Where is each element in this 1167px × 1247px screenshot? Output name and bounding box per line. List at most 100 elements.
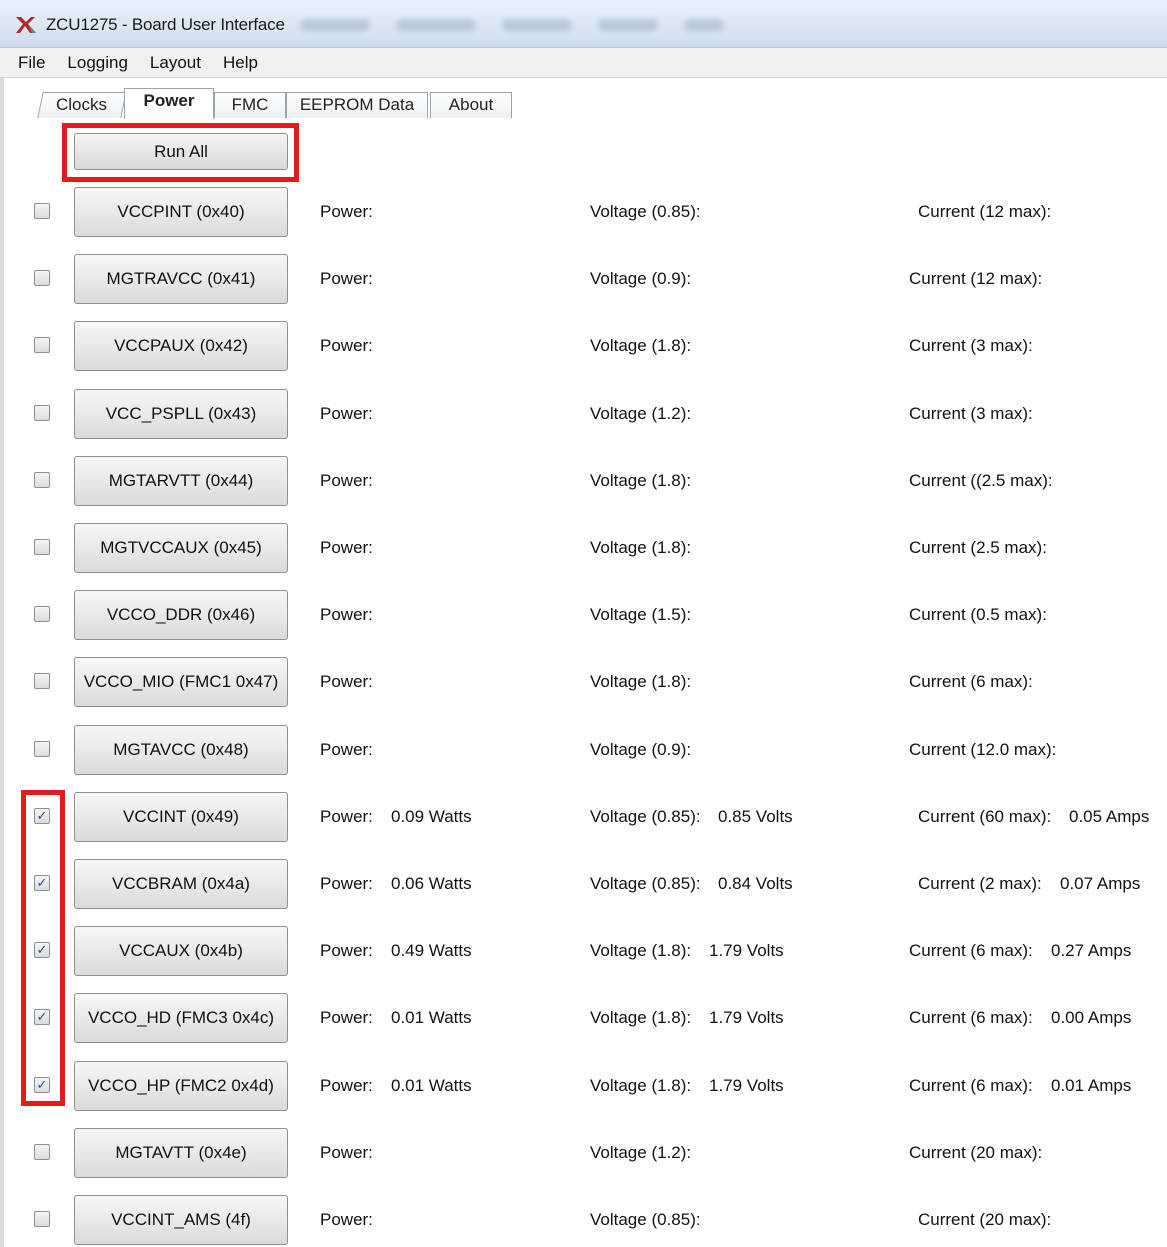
power-rail-row: ✓ VCCO_HD (FMC3 0x4c) Power: 0.01 Watts Volt… xyxy=(0,993,1167,1043)
rail-button[interactable]: VCCPAUX (0x42) xyxy=(74,321,288,371)
rail-button[interactable]: VCCAUX (0x4b) xyxy=(74,926,288,976)
power-label: Power: xyxy=(320,1143,373,1162)
power-label: Power: xyxy=(320,269,373,288)
rail-button[interactable]: VCCO_MIO (FMC1 0x47) xyxy=(74,657,288,707)
app-logo-icon xyxy=(16,17,36,33)
rail-button[interactable]: MGTRAVCC (0x41) xyxy=(74,254,288,304)
power-rail-row: VCC_PSPLL (0x43) Power: Voltage (1.2): Curr… xyxy=(0,389,1167,439)
rail-button[interactable]: MGTAVTT (0x4e) xyxy=(74,1128,288,1178)
rail-button[interactable]: VCCINT (0x49) xyxy=(74,792,288,842)
power-value: 0.01 Watts xyxy=(391,1076,472,1095)
rail-button[interactable]: VCCINT_AMS (4f) xyxy=(74,1195,288,1245)
voltage-label: Voltage (1.8): xyxy=(590,471,692,490)
current-label: Current (12.0 max): xyxy=(909,740,1057,759)
tab-eeprom-data[interactable]: EEPROM Data xyxy=(286,92,428,118)
tab-fmc-label: FMC xyxy=(231,95,269,114)
power-rail-row: ✓ VCCBRAM (0x4a) Power: 0.06 Watts Voltage (… xyxy=(0,859,1167,909)
menu-file[interactable]: File xyxy=(18,53,45,73)
rail-button[interactable]: VCCBRAM (0x4a) xyxy=(74,859,288,909)
power-rail-row: VCCO_DDR (0x46) Power: Voltage (1.5): Curre… xyxy=(0,590,1167,640)
menu-logging[interactable]: Logging xyxy=(67,53,128,73)
power-label: Power: xyxy=(320,941,373,960)
power-label: Power: xyxy=(320,538,373,557)
rail-checkbox[interactable] xyxy=(34,203,50,219)
power-value: 0.01 Watts xyxy=(391,1008,472,1027)
tab-power[interactable]: Power xyxy=(124,88,214,119)
current-label: Current (6 max): xyxy=(909,941,1033,960)
tab-strip: Clocks Power FMC EEPROM Data About xyxy=(26,88,1156,119)
power-rail-row: ✓ VCCO_HP (FMC2 0x4d) Power: 0.01 Watts Volt… xyxy=(0,1061,1167,1111)
power-rail-row: MGTRAVCC (0x41) Power: Voltage (0.9): Curre… xyxy=(0,254,1167,304)
current-label: Current (20 max): xyxy=(918,1210,1052,1229)
current-label: Current (2 max): xyxy=(918,874,1042,893)
voltage-label: Voltage (1.8): xyxy=(590,1076,692,1095)
power-rail-row: VCCPINT (0x40) Power: Voltage (0.85): Curre… xyxy=(0,187,1167,237)
current-label: Current (3 max): xyxy=(909,336,1033,355)
current-label: Current (6 max): xyxy=(909,1076,1033,1095)
current-label: Current (20 max): xyxy=(909,1143,1043,1162)
power-label: Power: xyxy=(320,202,373,221)
rail-button[interactable]: VCCO_HD (FMC3 0x4c) xyxy=(74,993,288,1043)
voltage-value: 1.79 Volts xyxy=(709,1008,784,1027)
tab-eeprom-data-label: EEPROM Data xyxy=(299,95,415,114)
current-label: Current (12 max): xyxy=(909,269,1043,288)
rail-button[interactable]: MGTVCCAUX (0x45) xyxy=(74,523,288,573)
menu-layout[interactable]: Layout xyxy=(150,53,201,73)
power-label: Power: xyxy=(320,874,373,893)
power-label: Power: xyxy=(320,672,373,691)
current-label: Current (60 max): xyxy=(918,807,1052,826)
rail-button[interactable]: MGTAVCC (0x48) xyxy=(74,725,288,775)
rail-checkbox[interactable] xyxy=(34,337,50,353)
rail-checkbox[interactable] xyxy=(34,741,50,757)
rail-checkbox[interactable] xyxy=(34,539,50,555)
rail-button[interactable]: VCC_PSPLL (0x43) xyxy=(74,389,288,439)
voltage-value: 0.85 Volts xyxy=(718,807,793,826)
voltage-label: Voltage (0.85): xyxy=(590,1210,701,1229)
tab-about-label: About xyxy=(448,95,494,114)
tab-clocks[interactable]: Clocks xyxy=(37,92,127,118)
rail-checkbox[interactable] xyxy=(34,405,50,421)
rail-button[interactable]: VCCO_HP (FMC2 0x4d) xyxy=(74,1061,288,1111)
power-value: 0.09 Watts xyxy=(391,807,472,826)
voltage-value: 1.79 Volts xyxy=(709,941,784,960)
voltage-label: Voltage (0.9): xyxy=(590,740,692,759)
rail-checkbox[interactable] xyxy=(34,1211,50,1227)
power-value: 0.49 Watts xyxy=(391,941,472,960)
tab-clocks-label: Clocks xyxy=(56,95,108,114)
current-label: Current (12 max): xyxy=(918,202,1052,221)
rail-button[interactable]: VCCO_DDR (0x46) xyxy=(74,590,288,640)
current-value: 0.05 Amps xyxy=(1069,807,1150,826)
menu-help[interactable]: Help xyxy=(223,53,258,73)
power-value: 0.06 Watts xyxy=(391,874,472,893)
rail-button[interactable]: VCCPINT (0x40) xyxy=(74,187,288,237)
current-label: Current ((2.5 max): xyxy=(909,471,1053,490)
voltage-label: Voltage (1.8): xyxy=(590,538,692,557)
power-label: Power: xyxy=(320,740,373,759)
rail-checkbox[interactable] xyxy=(34,472,50,488)
power-label: Power: xyxy=(320,1008,373,1027)
current-label: Current (6 max): xyxy=(909,672,1033,691)
power-label: Power: xyxy=(320,404,373,423)
tab-fmc[interactable]: FMC xyxy=(214,92,286,118)
rail-checkbox[interactable] xyxy=(34,1144,50,1160)
power-rail-row: VCCO_MIO (FMC1 0x47) Power: Voltage (1.8):… xyxy=(0,657,1167,707)
current-value: 0.27 Amps xyxy=(1051,941,1132,960)
power-label: Power: xyxy=(320,605,373,624)
current-label: Current (2.5 max): xyxy=(909,538,1047,557)
voltage-label: Voltage (1.2): xyxy=(590,404,692,423)
voltage-label: Voltage (0.9): xyxy=(590,269,692,288)
tab-about[interactable]: About xyxy=(430,92,512,118)
tab-power-label: Power xyxy=(143,91,195,110)
voltage-label: Voltage (0.85): xyxy=(590,874,701,893)
power-label: Power: xyxy=(320,807,373,826)
blurred-taskbar-region xyxy=(300,14,860,36)
power-rail-row: ✓ VCCAUX (0x4b) Power: 0.49 Watts Voltage (1… xyxy=(0,926,1167,976)
power-label: Power: xyxy=(320,336,373,355)
power-label: Power: xyxy=(320,1076,373,1095)
rail-checkbox[interactable] xyxy=(34,673,50,689)
voltage-label: Voltage (1.2): xyxy=(590,1143,692,1162)
rail-checkbox[interactable] xyxy=(34,606,50,622)
voltage-label: Voltage (1.8): xyxy=(590,672,692,691)
rail-checkbox[interactable] xyxy=(34,270,50,286)
rail-button[interactable]: MGTARVTT (0x44) xyxy=(74,456,288,506)
